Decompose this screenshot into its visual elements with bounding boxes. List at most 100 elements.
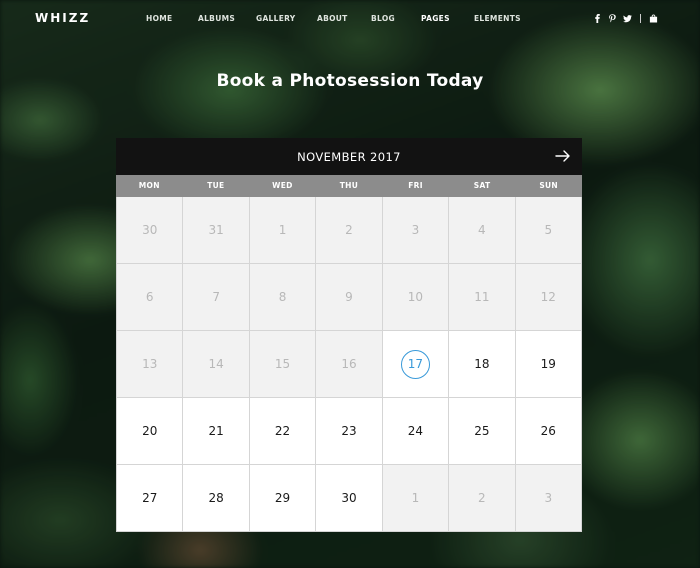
next-month-button[interactable] [555,148,571,164]
calendar-day-number: 28 [208,491,224,505]
calendar-day-available[interactable]: 29 [249,465,316,531]
nav-item-about[interactable]: ABOUT [317,14,371,23]
calendar-day-number: 6 [145,290,154,304]
calendar-day-disabled: 15 [249,331,316,397]
facebook-icon[interactable] [593,14,602,23]
calendar-day-available[interactable]: 28 [183,465,249,531]
calendar-day-disabled: 9 [316,264,382,330]
calendar-day-number: 25 [474,424,490,438]
calendar-day-grid: 30 31 1 2 3 4 5 6 7 8 9 10 11 12 13 14 15 16 17 18 19 20 21 22 2… [116,197,582,532]
calendar-day-available[interactable]: 20 [117,398,183,464]
calendar-day-number: 15 [274,357,291,371]
calendar-day-number: 12 [540,290,556,304]
calendar-day-disabled: 16 [316,331,382,397]
calendar-day-disabled: 30 [117,197,183,263]
calendar-day-disabled: 3 [515,465,581,531]
calendar-day-number: 26 [540,424,556,438]
nav-item-home[interactable]: HOME [146,14,198,23]
calendar-day-disabled: 14 [183,331,249,397]
calendar-day-available[interactable]: 27 [117,465,183,531]
calendar-day-disabled: 8 [249,264,316,330]
calendar-day-number: 18 [474,357,490,371]
calendar-day-number: 3 [544,491,553,505]
calendar-day-available[interactable]: 18 [449,331,515,397]
calendar-day-number: 24 [407,424,424,438]
nav-item-gallery[interactable]: GALLERY [256,14,317,23]
arrow-right-icon [555,150,570,162]
calendar-day-disabled: 1 [249,197,316,263]
shopping-bag-icon[interactable] [649,14,658,23]
weekday-label: MON [138,181,160,190]
weekday-label: SAT [473,181,491,190]
calendar-day-disabled: 4 [449,197,515,263]
site-header: WHIZZ HOME ALBUMS GALLERY ABOUT BLOG PAG… [0,0,700,40]
calendar-day-available[interactable]: 22 [249,398,316,464]
calendar-day-available[interactable]: 30 [316,465,382,531]
calendar-day-number: 7 [212,290,220,304]
nav-item-albums[interactable]: ALBUMS [198,14,256,23]
weekday-label: SUN [539,181,558,190]
calendar-day-disabled: 7 [183,264,249,330]
calendar-day-available[interactable]: 23 [316,398,382,464]
calendar-day-available[interactable]: 26 [515,398,581,464]
nav-item-elements[interactable]: ELEMENTS [474,14,534,23]
calendar-day-number: 8 [278,290,287,304]
calendar-day-number: 30 [142,223,158,237]
calendar-day-disabled: 5 [515,197,581,263]
calendar-day-number: 29 [274,491,291,505]
twitter-icon[interactable] [623,14,632,23]
calendar-day-available[interactable]: 24 [382,398,449,464]
weekday-label: WED [272,181,293,190]
page-title: Book a Photosession Today [216,71,484,91]
calendar-day-disabled: 1 [382,465,449,531]
calendar-day-available[interactable]: 21 [183,398,249,464]
weekday-header-row: MON TUE WED THU FRI SAT SUN [116,175,582,197]
weekday-label: TUE [207,181,225,190]
calendar-day-number: 19 [540,357,556,371]
calendar-day-number: 14 [208,357,224,371]
calendar-day-number: 27 [142,491,158,505]
calendar-day-number: 13 [142,357,158,371]
calendar-day-number: 23 [341,424,357,438]
calendar-day-disabled: 13 [117,331,183,397]
calendar-day-number: 16 [341,357,357,371]
calendar-day-number: 30 [341,491,357,505]
calendar-day-number: 1 [278,223,287,237]
weekday-label: THU [339,181,359,190]
calendar-day-disabled: 31 [183,197,249,263]
calendar-day-disabled: 12 [515,264,581,330]
nav-item-blog[interactable]: BLOG [371,14,421,23]
calendar-day-today[interactable]: 17 [382,331,449,397]
divider [640,14,641,23]
calendar-day-disabled: 2 [449,465,515,531]
calendar-day-disabled: 11 [449,264,515,330]
calendar-month-title: NOVEMBER 2017 [297,149,401,164]
calendar-day-number: 1 [411,491,420,505]
calendar-day-available[interactable]: 25 [449,398,515,464]
calendar-day-number: 4 [478,223,486,237]
calendar-day-number: 17 [400,349,430,379]
logo[interactable]: WHIZZ [35,11,90,25]
calendar-day-number: 22 [274,424,291,438]
calendar-day-disabled: 3 [382,197,449,263]
calendar-day-number: 31 [208,223,224,237]
calendar-day-disabled: 6 [117,264,183,330]
calendar-day-number: 20 [142,424,158,438]
calendar-day-number: 10 [407,290,424,304]
calendar-day-number: 11 [474,290,490,304]
calendar-day-number: 5 [544,223,553,237]
calendar-day-disabled: 2 [316,197,382,263]
booking-calendar: NOVEMBER 2017 MON TUE WED THU FRI SAT SU… [116,138,582,532]
calendar-day-number: 3 [411,223,420,237]
weekday-label: FRI [408,181,423,190]
calendar-header: NOVEMBER 2017 [116,138,582,175]
main-nav: HOME ALBUMS GALLERY ABOUT BLOG PAGES ELE… [146,14,534,23]
calendar-day-available[interactable]: 19 [515,331,581,397]
pinterest-icon[interactable] [608,14,617,23]
social-links [593,14,658,23]
calendar-day-number: 2 [478,491,486,505]
nav-item-pages[interactable]: PAGES [421,14,474,23]
calendar-day-number: 9 [345,290,353,304]
calendar-day-number: 2 [345,223,353,237]
calendar-day-disabled: 10 [382,264,449,330]
